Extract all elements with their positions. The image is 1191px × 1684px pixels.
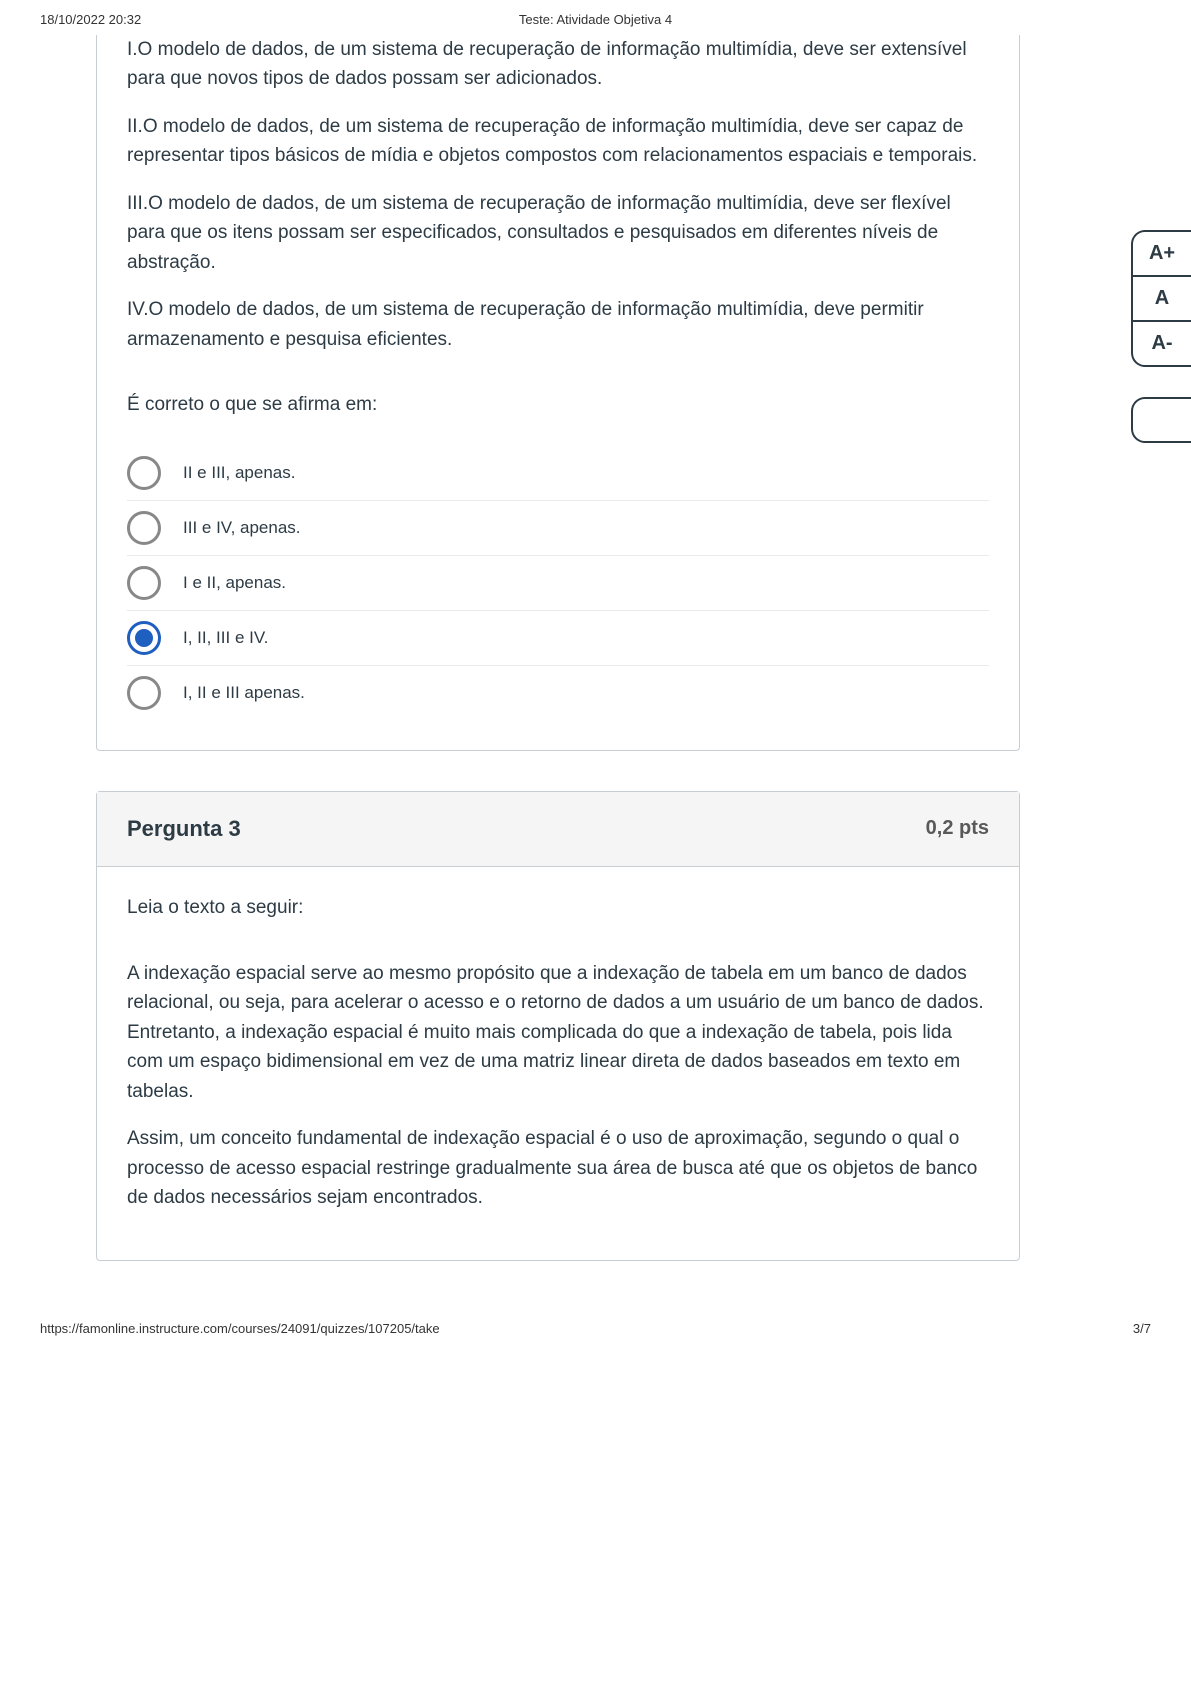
statement-4: IV.O modelo de dados, de um sistema de r…	[127, 295, 989, 354]
header-title: Teste: Atividade Objetiva 4	[519, 12, 672, 27]
question-3-title: Pergunta 3	[127, 816, 241, 842]
footer-url: https://famonline.instructure.com/course…	[40, 1321, 440, 1336]
question-3-body: Leia o texto a seguir: A indexação espac…	[97, 867, 1019, 1261]
option-4[interactable]: I, II, III e IV.	[127, 610, 989, 665]
option-label: I e II, apenas.	[183, 573, 286, 593]
font-size-tool: A+ A A-	[1131, 230, 1191, 367]
radio-icon[interactable]	[127, 621, 161, 655]
question-3-para-1: A indexação espacial serve ao mesmo prop…	[127, 959, 989, 1106]
option-label: II e III, apenas.	[183, 463, 295, 483]
question-2-box: I.O modelo de dados, de um sistema de re…	[96, 35, 1020, 751]
option-label: I, II, III e IV.	[183, 628, 268, 648]
accessibility-tools: A+ A A-	[1131, 230, 1191, 443]
question-prompt: É correto o que se afirma em:	[127, 394, 989, 416]
radio-icon[interactable]	[127, 676, 161, 710]
option-3[interactable]: I e II, apenas.	[127, 555, 989, 610]
options-list: II e III, apenas. III e IV, apenas. I e …	[127, 446, 989, 720]
option-label: I, II e III apenas.	[183, 683, 305, 703]
option-5[interactable]: I, II e III apenas.	[127, 665, 989, 720]
header-timestamp: 18/10/2022 20:32	[40, 12, 141, 27]
statement-3: III.O modelo de dados, de um sistema de …	[127, 189, 989, 277]
option-1[interactable]: II e III, apenas.	[127, 446, 989, 500]
radio-icon[interactable]	[127, 511, 161, 545]
question-3-lead: Leia o texto a seguir:	[127, 897, 989, 919]
extra-tool-button[interactable]	[1131, 397, 1191, 443]
font-normal-button[interactable]: A	[1133, 275, 1191, 320]
question-3-points: 0,2 pts	[926, 817, 989, 840]
option-2[interactable]: III e IV, apenas.	[127, 500, 989, 555]
footer-page: 3/7	[1133, 1321, 1151, 1336]
option-label: III e IV, apenas.	[183, 518, 301, 538]
font-increase-button[interactable]: A+	[1133, 232, 1191, 275]
statement-2: II.O modelo de dados, de um sistema de r…	[127, 112, 989, 171]
statement-1: I.O modelo de dados, de um sistema de re…	[127, 35, 989, 94]
page-footer: https://famonline.instructure.com/course…	[0, 1301, 1191, 1356]
question-3-header: Pergunta 3 0,2 pts	[97, 792, 1019, 867]
radio-icon[interactable]	[127, 566, 161, 600]
font-decrease-button[interactable]: A-	[1133, 320, 1191, 365]
question-3-card: Pergunta 3 0,2 pts Leia o texto a seguir…	[96, 791, 1020, 1262]
question-3-para-2: Assim, um conceito fundamental de indexa…	[127, 1124, 989, 1212]
page-header: 18/10/2022 20:32 Teste: Atividade Objeti…	[0, 0, 1191, 35]
radio-icon[interactable]	[127, 456, 161, 490]
